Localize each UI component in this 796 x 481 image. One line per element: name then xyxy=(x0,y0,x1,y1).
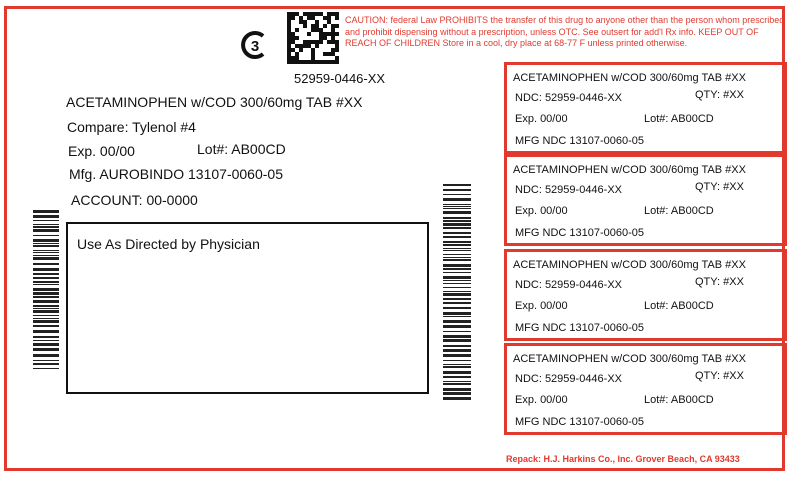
drug-name: ACETAMINOPHEN w/COD 300/60mg TAB #XX xyxy=(66,94,363,110)
mini-lot: Lot#: AB00CD xyxy=(644,300,714,312)
mini-qty: QTY: #XX xyxy=(695,370,744,382)
barcode-right xyxy=(443,184,471,402)
mini-ndc: NDC: 52959-0446-XX xyxy=(515,373,623,385)
mini-qty: QTY: #XX xyxy=(695,89,744,101)
mini-drug-name: ACETAMINOPHEN w/COD 300/60mg TAB #XX xyxy=(513,353,746,365)
mini-mfg: MFG NDC 13107-0060-05 xyxy=(515,135,645,147)
mini-qty: QTY: #XX xyxy=(695,181,744,193)
account-number: ACCOUNT: 00-0000 xyxy=(71,192,198,208)
mini-label: ACETAMINOPHEN w/COD 300/60mg TAB #XX NDC:… xyxy=(504,249,787,341)
mini-label: ACETAMINOPHEN w/COD 300/60mg TAB #XX NDC:… xyxy=(504,154,787,246)
mini-drug-name: ACETAMINOPHEN w/COD 300/60mg TAB #XX xyxy=(513,164,746,176)
mini-exp: Exp. 00/00 xyxy=(515,394,568,406)
caution-text: CAUTION: federal Law PROHIBITS the trans… xyxy=(345,15,785,48)
mini-lot: Lot#: AB00CD xyxy=(644,394,714,406)
mini-label: ACETAMINOPHEN w/COD 300/60mg TAB #XX NDC:… xyxy=(504,62,787,154)
barcode-left xyxy=(33,210,59,370)
repack-info: Repack: H.J. Harkins Co., Inc. Grover Be… xyxy=(506,454,740,464)
directions-box: Use As Directed by Physician xyxy=(66,222,429,394)
mini-drug-name: ACETAMINOPHEN w/COD 300/60mg TAB #XX xyxy=(513,72,746,84)
mini-mfg: MFG NDC 13107-0060-05 xyxy=(515,227,645,239)
mini-exp: Exp. 00/00 xyxy=(515,205,568,217)
mini-mfg: MFG NDC 13107-0060-05 xyxy=(515,322,645,334)
directions-text: Use As Directed by Physician xyxy=(77,236,260,252)
mini-ndc: NDC: 52959-0446-XX xyxy=(515,184,623,196)
mini-lot: Lot#: AB00CD xyxy=(644,205,714,217)
ndc-number: 52959-0446-XX xyxy=(294,71,386,86)
exp-date: Exp. 00/00 xyxy=(68,143,135,159)
mini-label: ACETAMINOPHEN w/COD 300/60mg TAB #XX NDC:… xyxy=(504,343,787,435)
svg-text:3: 3 xyxy=(251,38,259,55)
mini-drug-name: ACETAMINOPHEN w/COD 300/60mg TAB #XX xyxy=(513,259,746,271)
manufacturer: Mfg. AUROBINDO 13107-0060-05 xyxy=(69,166,283,182)
mini-mfg: MFG NDC 13107-0060-05 xyxy=(515,416,645,428)
mini-exp: Exp. 00/00 xyxy=(515,300,568,312)
mini-ndc: NDC: 52959-0446-XX xyxy=(515,279,623,291)
mini-lot: Lot#: AB00CD xyxy=(644,113,714,125)
mini-exp: Exp. 00/00 xyxy=(515,113,568,125)
datamatrix-barcode xyxy=(287,12,339,64)
mini-ndc: NDC: 52959-0446-XX xyxy=(515,92,623,104)
compare-text: Compare: Tylenol #4 xyxy=(67,119,196,135)
lot-number: Lot#: AB00CD xyxy=(197,141,286,157)
mini-qty: QTY: #XX xyxy=(695,276,744,288)
schedule-c3-icon: 3 xyxy=(241,31,265,59)
